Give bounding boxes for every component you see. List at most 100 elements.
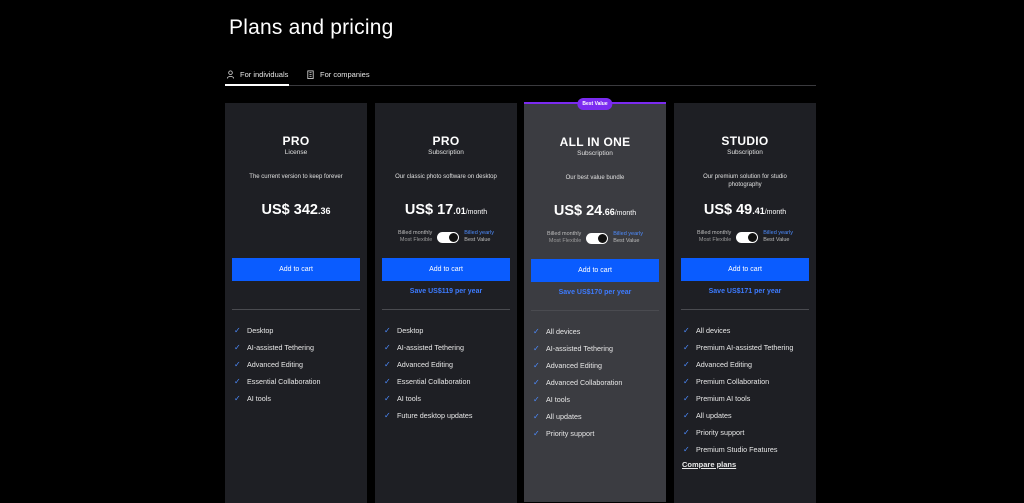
billed-monthly-label: Billed monthly [398, 230, 433, 236]
price-cents: .66 [602, 207, 615, 217]
feature-label: Priority support [546, 429, 595, 438]
feature-label: AI-assisted Tethering [546, 344, 613, 353]
feature-item: ✓ Desktop [234, 322, 361, 339]
feature-label: Advanced Collaboration [546, 378, 623, 387]
price-main: US$ 24 [553, 203, 603, 219]
feature-label: All devices [546, 327, 581, 336]
plan-card-studio: STUDIO Subscription Our premium solution… [674, 103, 816, 503]
toggle-knob [598, 233, 608, 243]
plan-price: US$ 342.36 [225, 201, 367, 219]
plan-type: License [284, 149, 308, 156]
feature-label: All devices [696, 326, 731, 335]
feature-label: AI tools [397, 394, 421, 403]
feature-label: Desktop [397, 326, 424, 335]
plan-description: The current version to keep forever [249, 174, 343, 180]
toggle-knob [449, 232, 459, 242]
billing-toggle[interactable] [437, 231, 460, 243]
add-to-cart-button[interactable]: Add to cart [232, 258, 360, 281]
billed-monthly-option[interactable]: Billed monthly Most Flexible [398, 230, 432, 244]
plan-card-pro-license: PRO License The current version to keep … [225, 103, 367, 503]
price-main: US$ 17 [404, 202, 454, 218]
feature-label: AI tools [546, 395, 570, 404]
plan-description: Our classic photo software on desktop [395, 174, 497, 180]
check-icon: ✓ [533, 327, 540, 336]
billed-yearly-sub: Best Value [763, 237, 790, 243]
building-icon [307, 70, 314, 79]
check-icon: ✓ [234, 326, 241, 335]
check-icon: ✓ [683, 360, 690, 369]
billed-monthly-label: Billed monthly [547, 231, 582, 237]
plan-price: US$ 24.66/month [524, 202, 666, 220]
billing-toggle-group: Billed monthly Most Flexible Billed yearl… [532, 231, 658, 245]
plan-description: Our best value bundle [565, 175, 625, 181]
tab-for-individuals[interactable]: For individuals [225, 64, 290, 86]
check-icon: ✓ [683, 377, 690, 386]
tab-label: For individuals [240, 69, 289, 79]
plan-price: US$ 17.01/month [375, 201, 517, 219]
price-cents: .01 [453, 206, 466, 216]
billed-monthly-option[interactable]: Billed monthly Most Flexible [697, 230, 731, 244]
billed-yearly-sub: Best Value [464, 237, 491, 243]
billing-toggle[interactable] [736, 231, 759, 243]
price-period: /month [764, 209, 787, 216]
plan-description: Our premium solution for studio photogra… [703, 174, 787, 188]
check-icon: ✓ [683, 326, 690, 335]
billed-monthly-sub: Most Flexible [399, 237, 433, 243]
check-icon: ✓ [683, 394, 690, 403]
savings-text: Save US$170 per year [558, 289, 632, 296]
add-to-cart-button[interactable]: Add to cart [382, 258, 510, 281]
plan-card-pro-subscription: PRO Subscription Our classic photo softw… [375, 103, 517, 503]
feature-label: All updates [546, 412, 582, 421]
billed-monthly-label: Billed monthly [697, 230, 732, 236]
feature-label: Advanced Editing [397, 360, 453, 369]
price-period: /month [465, 209, 488, 216]
plan-type: Subscription [428, 149, 464, 156]
plan-name: PRO [432, 134, 460, 148]
feature-item: ✓ AI tools [384, 390, 511, 407]
feature-item: ✓ Desktop [384, 322, 511, 339]
audience-tabs: For individuals For companies [225, 64, 816, 86]
plan-name: PRO [282, 134, 310, 148]
feature-item: ✓ AI-assisted Tethering [234, 339, 361, 356]
check-icon: ✓ [533, 344, 540, 353]
feature-item: ✓ Advanced Editing [533, 357, 660, 374]
billing-toggle[interactable] [586, 232, 609, 244]
add-to-cart-button[interactable]: Add to cart [681, 258, 809, 281]
feature-label: Premium Collaboration [696, 377, 770, 386]
plan-name: STUDIO [721, 134, 769, 148]
check-icon: ✓ [533, 412, 540, 421]
price-main: US$ 49 [703, 202, 753, 218]
add-to-cart-button[interactable]: Add to cart [531, 259, 659, 282]
feature-list: ✓ Desktop ✓ AI-assisted Tethering ✓ Advance… [384, 322, 511, 424]
best-value-badge: Best Value [577, 98, 613, 110]
feature-item: ✓ All devices [683, 322, 810, 339]
check-icon: ✓ [384, 394, 391, 403]
divider [681, 309, 809, 310]
check-icon: ✓ [384, 411, 391, 420]
check-icon: ✓ [234, 343, 241, 352]
feature-item: ✓ Premium Studio Features [683, 441, 810, 458]
feature-item: ✓ Advanced Editing [384, 356, 511, 373]
billed-monthly-option[interactable]: Billed monthly Most Flexible [547, 231, 581, 245]
feature-item: ✓ Priority support [683, 424, 810, 441]
billing-toggle-group: Billed monthly Most Flexible Billed yearl… [383, 230, 509, 244]
feature-label: Essential Collaboration [247, 377, 321, 386]
billed-yearly-sub: Best Value [613, 238, 640, 244]
feature-item: ✓ Premium AI-assisted Tethering [683, 339, 810, 356]
tab-for-companies[interactable]: For companies [306, 64, 370, 85]
feature-item: ✓ AI tools [234, 390, 361, 407]
billed-yearly-option[interactable]: Billed yearly Best Value [613, 231, 643, 245]
billed-yearly-label: Billed yearly [464, 230, 494, 236]
feature-item: ✓ Premium Collaboration [683, 373, 810, 390]
billed-yearly-option[interactable]: Billed yearly Best Value [763, 230, 793, 244]
feature-item: ✓ Essential Collaboration [234, 373, 361, 390]
feature-list: ✓ All devices ✓ AI-assisted Tethering ✓ Adv… [533, 323, 660, 442]
check-icon: ✓ [533, 395, 540, 404]
plan-name: ALL IN ONE [559, 135, 631, 149]
feature-item: ✓ Priority support [533, 425, 660, 442]
toggle-knob [748, 232, 758, 242]
billed-yearly-option[interactable]: Billed yearly Best Value [464, 230, 494, 244]
feature-label: Future desktop updates [397, 411, 473, 420]
compare-plans-link[interactable]: Compare plans [682, 460, 736, 469]
savings-text: Save US$171 per year [708, 288, 782, 295]
